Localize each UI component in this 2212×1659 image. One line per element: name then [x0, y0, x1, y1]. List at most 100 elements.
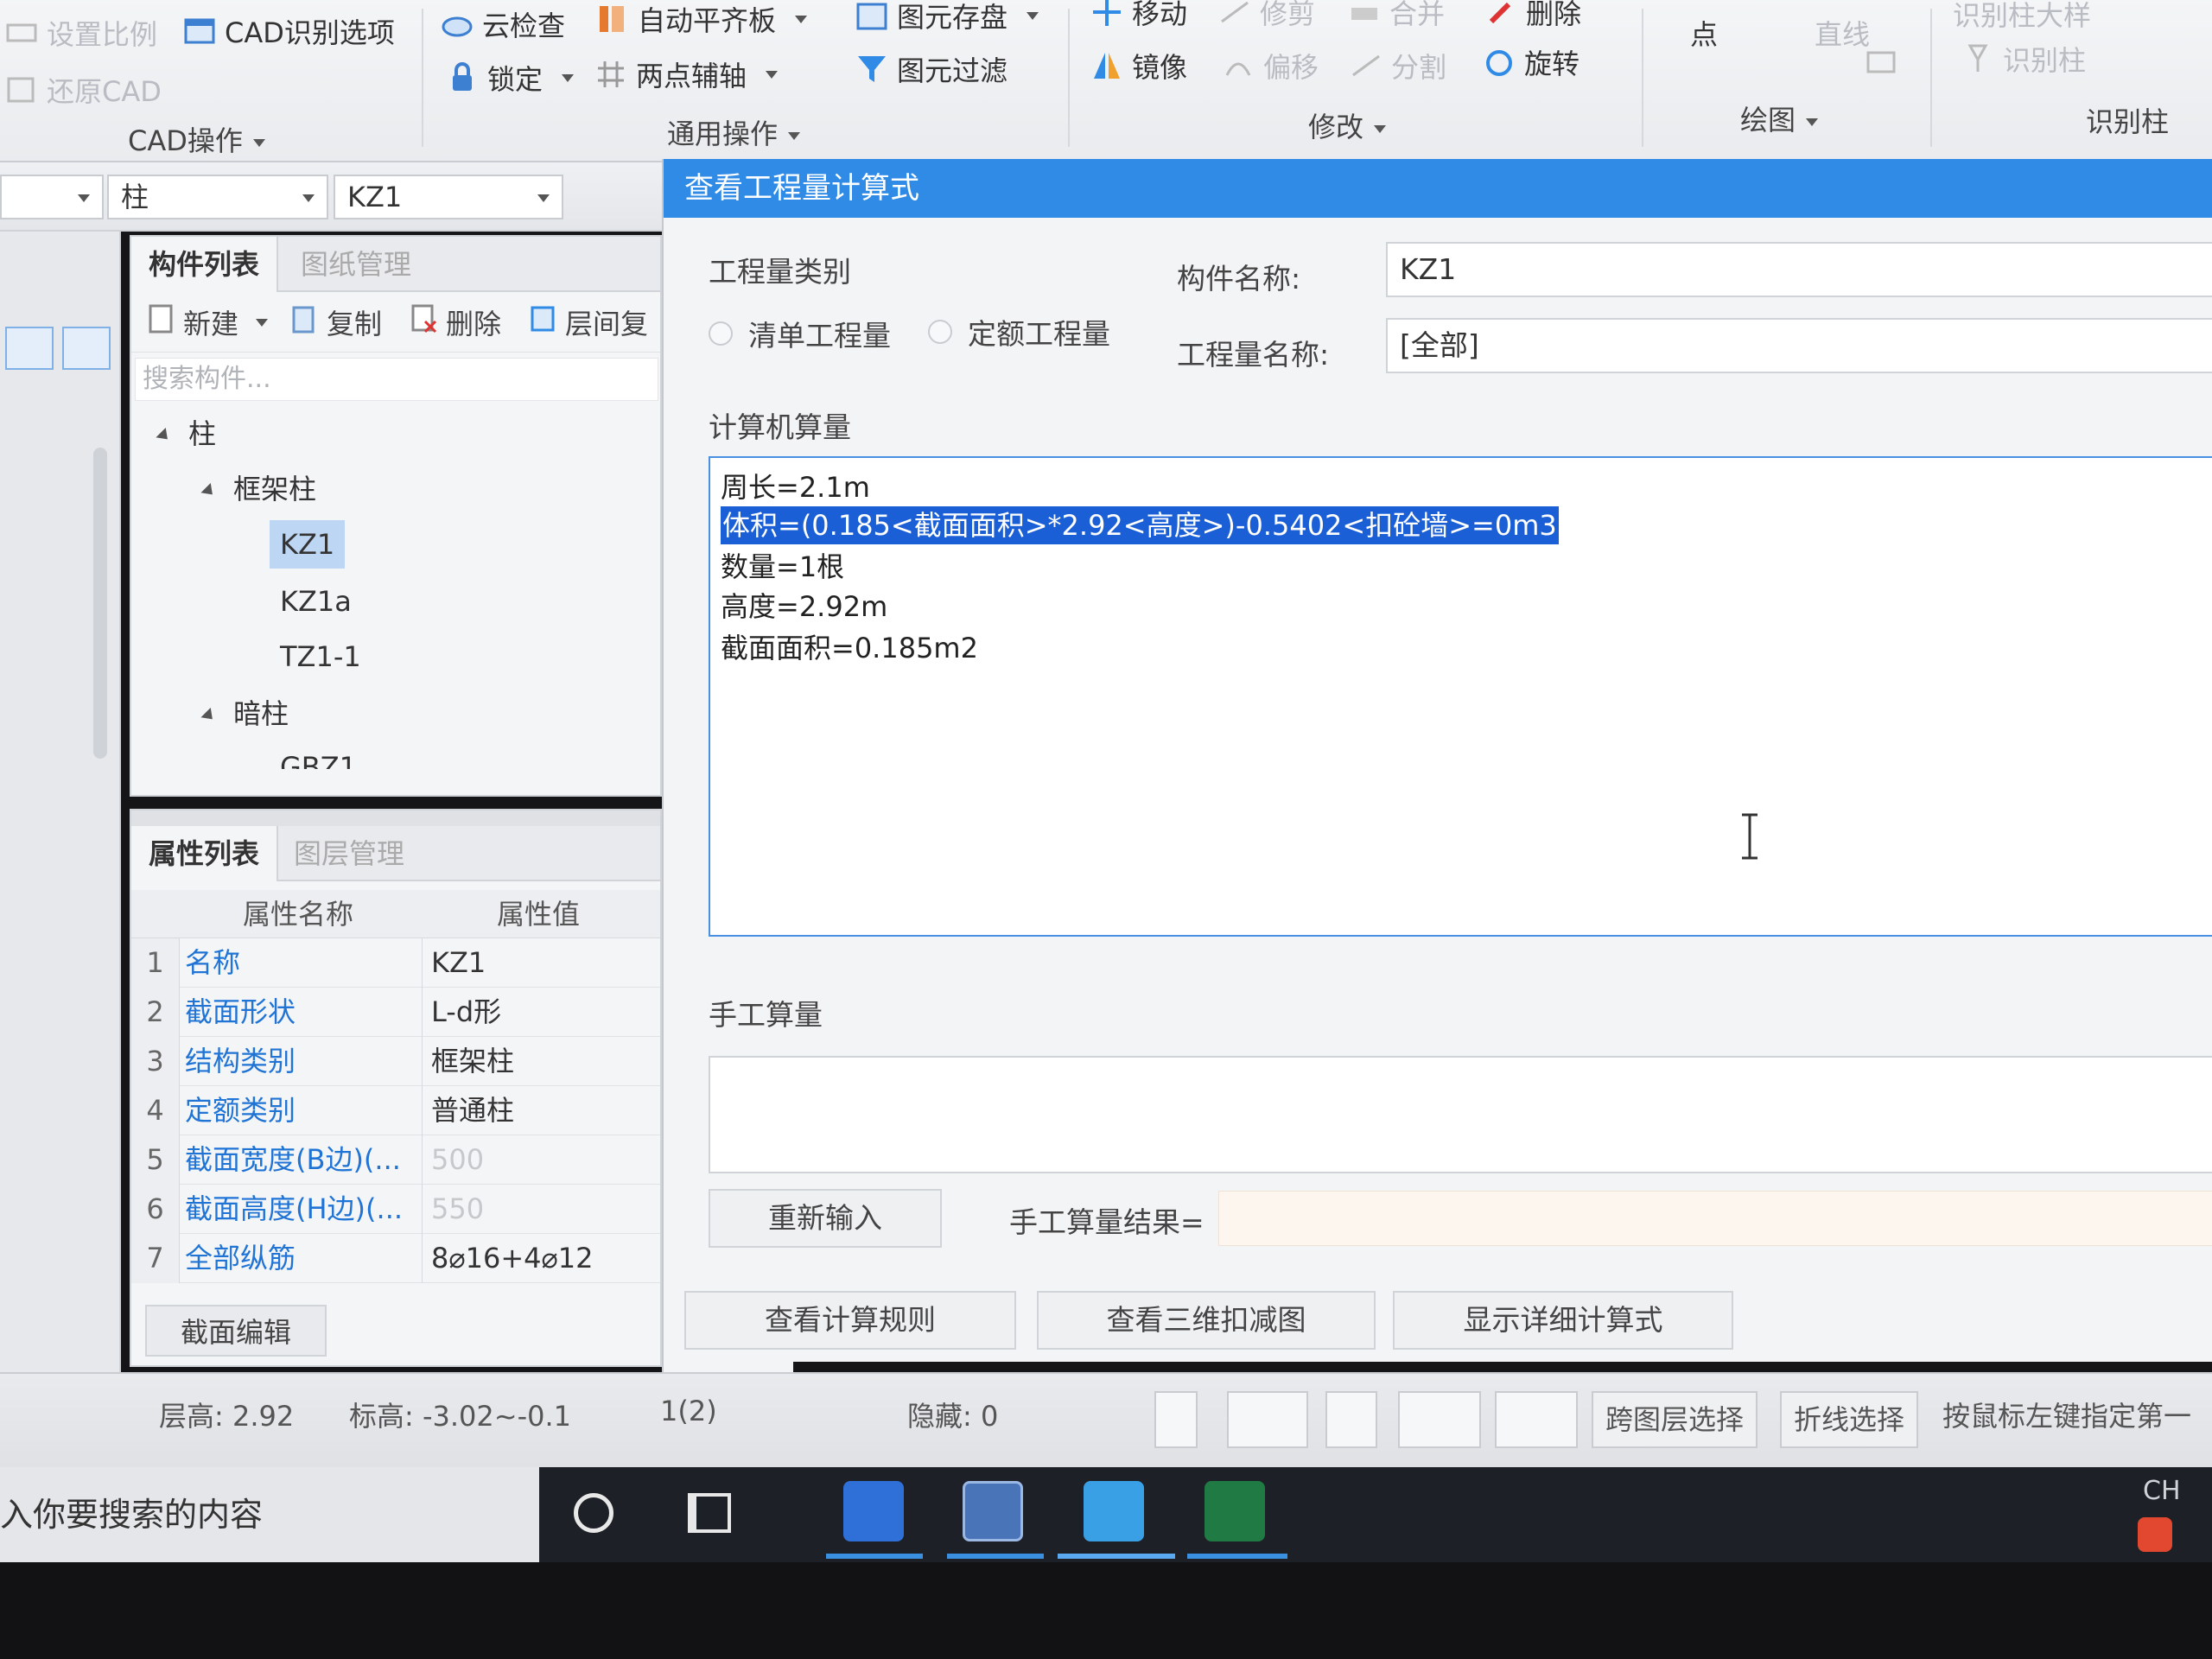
- t-app-icon[interactable]: [1084, 1481, 1144, 1541]
- tree-node-frame-column[interactable]: 框架柱: [200, 465, 316, 513]
- tree-node-gbz1[interactable]: GBZ1: [280, 743, 357, 769]
- identify-column-button[interactable]: 识别柱: [1961, 35, 2086, 83]
- component-search-input[interactable]: 搜索构件...: [135, 358, 658, 401]
- two-point-axis-button[interactable]: 两点辅轴: [594, 50, 779, 99]
- radio-list-quantity[interactable]: 清单工程量: [709, 313, 891, 354]
- computer-formula-textarea[interactable]: 周长=2.1m 体积=(0.185<截面面积>*2.92<高度>)-0.5402…: [709, 456, 2212, 937]
- modify-group-title[interactable]: 修改: [1308, 105, 1387, 145]
- table-row[interactable]: 4 定额类别 普通柱: [131, 1086, 660, 1135]
- identify-column-detail-button[interactable]: 识别柱大样: [1953, 0, 2091, 38]
- column-icon: [1961, 42, 1994, 75]
- set-scale-button[interactable]: 设置比例: [5, 9, 157, 57]
- rotate-button[interactable]: 旋转: [1483, 38, 1580, 86]
- scrollbar[interactable]: [93, 448, 107, 759]
- show-detail-formula-button[interactable]: 显示详细计算式: [1393, 1291, 1733, 1350]
- draw-group-title[interactable]: 绘图: [1740, 99, 1819, 138]
- component-combo[interactable]: KZ1: [334, 175, 563, 219]
- move-button[interactable]: 移动: [1090, 0, 1187, 36]
- snap-box-icon[interactable]: [1227, 1391, 1308, 1448]
- manual-result-field[interactable]: [1218, 1191, 2212, 1246]
- tree-node-kz1[interactable]: KZ1: [270, 520, 346, 569]
- cad-group-title[interactable]: CAD操作: [128, 119, 265, 159]
- cad-options-button[interactable]: CAD识别选项: [183, 7, 395, 55]
- component-name-field[interactable]: KZ1: [1386, 242, 2212, 297]
- merge-button[interactable]: 合并: [1348, 0, 1445, 36]
- offset-button[interactable]: 偏移: [1222, 41, 1319, 90]
- table-row[interactable]: 7 全部纵筋 8⌀16+4⌀12: [131, 1234, 660, 1283]
- formula-line-count[interactable]: 数量=1根: [721, 548, 844, 586]
- quantity-name-field[interactable]: [全部]: [1386, 318, 2212, 373]
- element-filter-button[interactable]: 图元过滤: [855, 45, 1007, 93]
- floor-height-status: 层高: 2.92: [159, 1400, 295, 1433]
- polyline-select-button[interactable]: 折线选择: [1780, 1391, 1919, 1448]
- splitter[interactable]: [131, 810, 660, 826]
- view-3d-deduction-button[interactable]: 查看三维扣减图: [1037, 1291, 1376, 1350]
- tab-drawing-manager[interactable]: 图纸管理: [283, 237, 429, 292]
- col-index: [131, 890, 180, 938]
- tab-layer-manager[interactable]: 图层管理: [276, 826, 422, 881]
- table-row[interactable]: 5 截面宽度(B边)(... 500: [131, 1135, 660, 1185]
- reenter-button[interactable]: 重新输入: [709, 1189, 942, 1248]
- floor-copy-button[interactable]: 层间复: [529, 301, 648, 344]
- table-row[interactable]: 2 截面形状 L-d形: [131, 988, 660, 1037]
- active-indicator: [1058, 1554, 1175, 1559]
- cad-app-icon[interactable]: [963, 1481, 1023, 1541]
- cloud-check-button[interactable]: 云检查: [441, 0, 565, 48]
- task-view-icon[interactable]: [688, 1493, 731, 1533]
- excel-icon[interactable]: [1205, 1481, 1265, 1541]
- formula-line-perimeter[interactable]: 周长=2.1m: [721, 468, 870, 506]
- taskbar-search-input[interactable]: 入你要搜索的内容: [0, 1467, 539, 1562]
- tree-node-hidden-column[interactable]: 暗柱: [200, 690, 289, 738]
- component-list-panel: 构件列表 图纸管理 新建 复制 删除 层间复 搜索构件... 柱 框架柱 KZ1…: [130, 235, 662, 797]
- cross-layer-select-button[interactable]: 跨图层选择: [1592, 1391, 1758, 1448]
- draw-rect-button[interactable]: [1865, 38, 1897, 86]
- mirror-button[interactable]: 镜像: [1090, 41, 1187, 90]
- auto-level-slab-button[interactable]: 自动平齐板: [596, 0, 808, 43]
- dialog-title[interactable]: 查看工程量计算式: [664, 159, 2212, 218]
- wps-writer-icon[interactable]: [843, 1481, 904, 1541]
- table-row[interactable]: 3 结构类别 框架柱: [131, 1037, 660, 1086]
- cross-disabled-icon[interactable]: [1325, 1391, 1377, 1448]
- tab-property-list[interactable]: 属性列表: [131, 826, 279, 881]
- restore-cad-button[interactable]: 还原CAD: [5, 66, 162, 114]
- dimension-icon[interactable]: [1495, 1391, 1578, 1448]
- copy-component-button[interactable]: 复制: [290, 301, 382, 344]
- draw-point-button[interactable]: 点: [1690, 9, 1718, 57]
- formula-line-section-area[interactable]: 截面面积=0.185m2: [721, 629, 978, 667]
- input-language-indicator[interactable]: CH: [2143, 1476, 2181, 1506]
- manual-formula-textarea[interactable]: [709, 1056, 2212, 1173]
- offset-icon: [1222, 49, 1255, 82]
- grid-view-icon[interactable]: [62, 327, 111, 370]
- lock-button[interactable]: 锁定: [446, 54, 575, 102]
- cortana-icon[interactable]: [574, 1493, 613, 1533]
- formula-line-height[interactable]: 高度=2.92m: [721, 588, 887, 626]
- status-bar: 层高: 2.92 标高: -3.02~-0.1 1(2) 隐藏: 0 跨图层选择…: [0, 1372, 2212, 1467]
- common-group-title[interactable]: 通用操作: [667, 112, 801, 152]
- tree-node-column[interactable]: 柱: [156, 410, 216, 458]
- new-component-button[interactable]: 新建: [147, 301, 269, 344]
- floor-combo[interactable]: [0, 175, 104, 219]
- dynamic-input-icon[interactable]: [1398, 1391, 1481, 1448]
- manual-quantity-label: 手工算量: [709, 998, 823, 1032]
- save-element-button[interactable]: 图元存盘: [855, 0, 1039, 40]
- ortho-icon[interactable]: [1154, 1391, 1198, 1448]
- trim-button[interactable]: 修剪: [1218, 0, 1315, 36]
- table-row[interactable]: 1 名称 KZ1: [131, 938, 660, 988]
- property-list-panel: 属性列表 图层管理 属性名称 属性值 1 名称 KZ1 2 截面形状 L-d形 3 结构类…: [130, 809, 662, 1367]
- radio-quota-quantity[interactable]: 定额工程量: [928, 311, 1110, 353]
- table-row[interactable]: 6 截面高度(H边)(... 550: [131, 1185, 660, 1234]
- type-combo[interactable]: 柱: [107, 175, 328, 219]
- sogou-ime-icon[interactable]: [2138, 1517, 2172, 1552]
- delete-button[interactable]: 删除: [1484, 0, 1581, 36]
- divider: [1068, 9, 1070, 147]
- list-view-icon[interactable]: [5, 327, 54, 370]
- tree-node-kz1a[interactable]: KZ1a: [280, 577, 352, 626]
- view-calc-rules-button[interactable]: 查看计算规则: [684, 1291, 1016, 1350]
- section-edit-button[interactable]: 截面编辑: [145, 1305, 327, 1357]
- tree-node-tz1-1[interactable]: TZ1-1: [280, 632, 361, 681]
- tab-component-list[interactable]: 构件列表: [131, 237, 279, 292]
- draw-line-button[interactable]: 直线: [1815, 9, 1870, 57]
- formula-line-volume[interactable]: 体积=(0.185<截面面积>*2.92<高度>)-0.5402<扣砼墙>=0m…: [721, 506, 1559, 544]
- split-button[interactable]: 分割: [1350, 41, 1446, 90]
- delete-component-button[interactable]: 删除: [410, 301, 501, 344]
